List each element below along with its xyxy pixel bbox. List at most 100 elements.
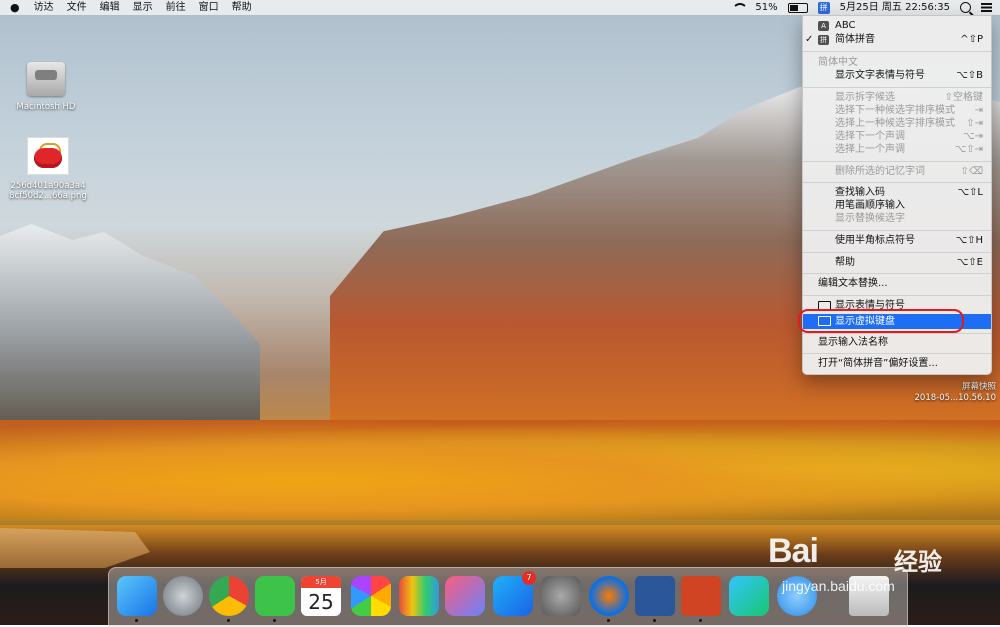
menu-item-label: 选择上一个声调: [835, 144, 905, 155]
running-indicator: [273, 619, 276, 622]
menu-item-label: 显示替换候选字: [835, 213, 905, 224]
menu-file[interactable]: 文件: [67, 0, 87, 15]
menu-separator: [803, 333, 991, 334]
calendar-icon[interactable]: 5月 25: [301, 576, 341, 616]
menu-view[interactable]: 显示: [133, 0, 153, 15]
menu-item-label: 显示文字表情与符号: [835, 70, 925, 81]
menu-finder[interactable]: 访达: [34, 0, 54, 15]
menu-separator: [803, 230, 991, 231]
menu-shortcut: ⌥⇧⇥: [954, 144, 983, 155]
menu-item-show-emoji-symbols[interactable]: 显示文字表情与符号 ⌥⇧B: [803, 69, 991, 82]
running-indicator: [227, 619, 230, 622]
baidu-logo-text: Bai: [768, 532, 819, 570]
desktop-item-label-line2: 8cf50d2...66a.png: [9, 191, 87, 201]
launchpad-icon[interactable]: [163, 576, 203, 616]
menu-separator: [803, 161, 991, 162]
word-icon[interactable]: [635, 576, 675, 616]
wifi-icon[interactable]: [731, 2, 749, 13]
battery-icon[interactable]: [787, 2, 808, 13]
apple-menu-icon[interactable]: ●: [10, 0, 20, 15]
menu-item-open-prefs[interactable]: 打开“简体拼音”偏好设置...: [803, 357, 991, 370]
menu-item-help[interactable]: 帮助 ⌥⇧E: [803, 256, 991, 269]
spotlight-search-icon[interactable]: [960, 2, 971, 13]
menu-shortcut: ⌥⇥: [963, 131, 983, 142]
purse-image-icon: [27, 137, 69, 175]
running-indicator: [653, 619, 656, 622]
menu-help[interactable]: 帮助: [232, 0, 252, 15]
menu-section-label: 简体中文: [803, 56, 991, 69]
annotation-ring: [798, 309, 964, 333]
menu-item-label: 编辑文本替换...: [818, 278, 888, 289]
menu-item-lookup-code[interactable]: 查找输入码 ⌥⇧L: [803, 186, 991, 199]
media-player-icon[interactable]: [729, 576, 769, 616]
photos-icon[interactable]: [351, 576, 391, 616]
menu-item-pinyin[interactable]: ✓ 拼 简体拼音 ^⇧P: [803, 33, 991, 46]
desktop-item-screenshot[interactable]: 屏幕快照 2018-05...10.56.10: [900, 382, 996, 404]
menu-item-prev-tone: 选择上一个声调 ⌥⇧⇥: [803, 143, 991, 156]
battery-percent[interactable]: 51%: [755, 0, 777, 15]
finder-icon[interactable]: [117, 576, 157, 616]
calendar-day: 25: [308, 590, 334, 614]
menu-item-show-alternates: 显示替换候选字: [803, 212, 991, 225]
pinyin-input-icon: 拼: [818, 35, 829, 45]
menu-shortcut: ⌥⇧B: [956, 70, 983, 81]
powerpoint-icon[interactable]: [681, 576, 721, 616]
menu-item-label: 帮助: [835, 257, 855, 268]
menu-separator: [803, 353, 991, 354]
abc-input-icon: A: [818, 21, 829, 31]
menu-go[interactable]: 前往: [166, 0, 186, 15]
music-icon[interactable]: [445, 576, 485, 616]
calendar-month: 5月: [301, 576, 341, 588]
notification-center-icon[interactable]: [981, 3, 992, 12]
screenshot-label-line1: 屏幕快照: [961, 382, 996, 392]
running-indicator: [607, 619, 610, 622]
menu-separator: [803, 295, 991, 296]
wallpaper-autumn-foliage: [0, 420, 1000, 520]
video-player-icon[interactable]: [589, 576, 629, 616]
menu-item-show-input-name[interactable]: 显示输入法名称: [803, 336, 991, 349]
menu-item-label: 查找输入码: [835, 187, 885, 198]
menu-shortcut: ⇥: [974, 105, 983, 116]
watermark-url: jingyan.baidu.com: [782, 578, 895, 594]
checkmark-icon: ✓: [805, 34, 814, 45]
menu-item-label: 选择上一种候选字排序模式: [835, 118, 955, 129]
menu-window[interactable]: 窗口: [199, 0, 219, 15]
menu-item-label: 用笔画顺序输入: [835, 200, 905, 211]
menu-shortcut: ⇧⌫: [960, 166, 983, 177]
menu-item-edit-text-replace[interactable]: 编辑文本替换...: [803, 277, 991, 290]
menu-item-next-tone: 选择下一个声调 ⌥⇥: [803, 130, 991, 143]
running-indicator: [699, 619, 702, 622]
desktop-item-label-line1: 256d401a90a3a4: [10, 181, 86, 191]
menu-item-label: 打开“简体拼音”偏好设置...: [818, 358, 938, 369]
menu-edit[interactable]: 编辑: [100, 0, 120, 15]
menubar-clock[interactable]: 5月25日 周五 22:56:35: [840, 0, 950, 15]
menu-separator: [803, 273, 991, 274]
menu-shortcut: ⌥⇧H: [955, 235, 983, 246]
menu-item-next-sort: 选择下一种候选字排序模式 ⇥: [803, 104, 991, 117]
running-indicator: [135, 619, 138, 622]
input-source-button[interactable]: 拼: [817, 1, 830, 14]
menu-separator: [803, 51, 991, 52]
desktop-item-macintosh-hd[interactable]: Macintosh HD: [6, 62, 86, 112]
wechat-icon[interactable]: [255, 576, 295, 616]
menu-item-stroke-input[interactable]: 用笔画顺序输入: [803, 199, 991, 212]
menu-shortcut: ⇧⇥: [966, 118, 983, 129]
hard-drive-icon: [27, 62, 65, 96]
menu-separator: [803, 182, 991, 183]
app-store-badge: 7: [522, 571, 536, 585]
menu-item-abc[interactable]: A ABC: [803, 19, 991, 32]
system-preferences-icon[interactable]: [541, 576, 581, 616]
menu-item-show-split: 显示拆字候选 ⇧空格键: [803, 91, 991, 104]
menu-separator: [803, 252, 991, 253]
numbers-icon[interactable]: [399, 576, 439, 616]
menu-item-label: 显示输入法名称: [818, 337, 888, 348]
menu-shortcut: ⇧空格键: [944, 92, 983, 103]
chrome-icon[interactable]: [209, 576, 249, 616]
menu-item-delete-memorized: 删除所选的记忆字词 ⇧⌫: [803, 165, 991, 178]
baidu-jingyan-watermark: Bai 经验 jingyan.baidu.com: [768, 528, 998, 598]
menu-item-half-width-punct[interactable]: 使用半角标点符号 ⌥⇧H: [803, 234, 991, 247]
desktop-item-image-file[interactable]: 256d401a90a3a4 8cf50d2...66a.png: [8, 137, 88, 201]
desktop-item-label: Macintosh HD: [16, 102, 76, 112]
menu-separator: [803, 87, 991, 88]
menu-bar: ● 访达 文件 编辑 显示 前往 窗口 帮助 51% 拼 5月25日 周五 22…: [0, 0, 1000, 16]
